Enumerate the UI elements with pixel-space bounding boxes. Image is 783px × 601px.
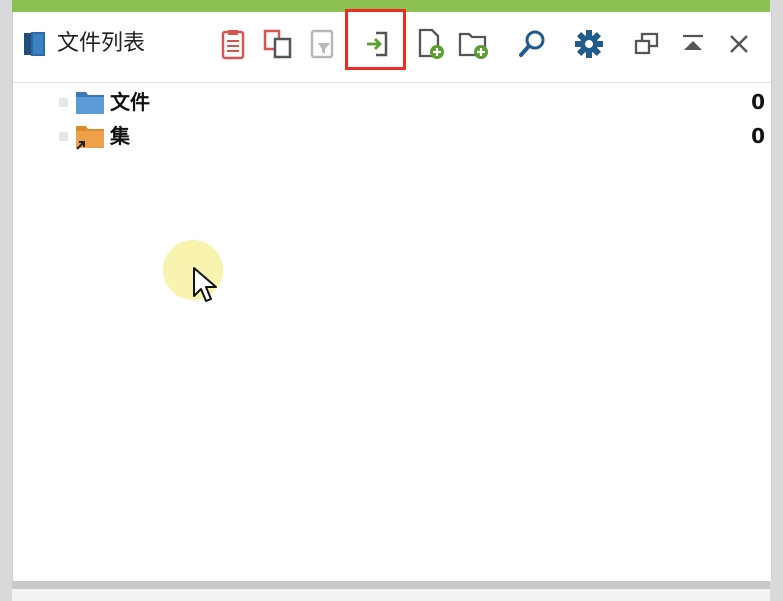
paste-button[interactable] bbox=[213, 24, 253, 64]
panel-header: 文件列表 bbox=[13, 9, 771, 83]
new-file-button[interactable] bbox=[411, 24, 451, 64]
tree-row-label: 文件 bbox=[110, 90, 150, 114]
copy-button[interactable] bbox=[258, 24, 298, 64]
collapse-icon bbox=[683, 34, 703, 50]
highlight-box bbox=[345, 9, 406, 70]
copy-icon bbox=[263, 29, 292, 59]
bottom-area bbox=[12, 589, 770, 601]
book-icon bbox=[24, 32, 45, 56]
search-icon bbox=[519, 30, 545, 57]
folder-orange-shortcut-icon bbox=[76, 126, 104, 150]
file-list-panel: 文件列表 文件 0 集 0 bbox=[12, 9, 772, 581]
tree-row[interactable]: 文件 0 bbox=[13, 86, 771, 120]
search-button[interactable] bbox=[512, 24, 552, 64]
tree-row-count: 0 bbox=[751, 90, 765, 114]
collapse-button[interactable] bbox=[673, 24, 713, 64]
filter-button[interactable] bbox=[303, 24, 343, 64]
new-folder-icon bbox=[458, 32, 488, 59]
close-icon bbox=[730, 35, 748, 53]
tree-row-label: 集 bbox=[110, 124, 130, 148]
new-file-icon bbox=[418, 28, 444, 59]
close-button[interactable] bbox=[719, 24, 759, 64]
folder-blue-icon bbox=[76, 92, 104, 114]
expander-icon[interactable] bbox=[59, 98, 68, 107]
new-folder-button[interactable] bbox=[454, 24, 494, 64]
panel-title: 文件列表 bbox=[57, 31, 146, 56]
expander-icon[interactable] bbox=[59, 132, 68, 141]
settings-icon bbox=[575, 30, 603, 58]
restore-window-icon bbox=[634, 32, 659, 55]
restore-window-button[interactable] bbox=[627, 24, 667, 64]
paste-icon bbox=[221, 30, 245, 60]
filter-icon bbox=[310, 29, 334, 59]
tree-row[interactable]: 集 0 bbox=[13, 120, 771, 154]
tree-row-count: 0 bbox=[751, 124, 765, 148]
bottom-border bbox=[12, 581, 770, 589]
settings-button[interactable] bbox=[569, 24, 609, 64]
mouse-cursor-icon bbox=[193, 267, 217, 302]
